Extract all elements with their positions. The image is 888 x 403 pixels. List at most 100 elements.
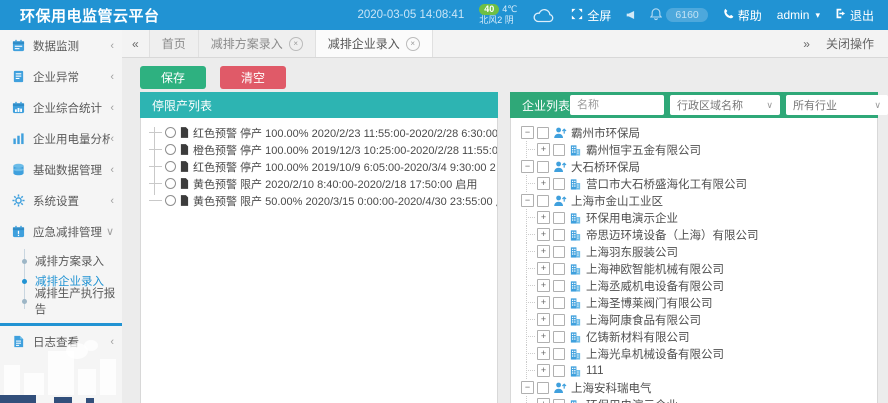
sidebar-item-label: 应急减排管理 [33,224,106,240]
sidebar-item-0[interactable]: 数据监测‹ [0,30,122,61]
expand-toggle[interactable]: + [537,296,550,309]
checkbox[interactable] [553,212,565,224]
checkbox[interactable] [553,263,565,275]
tab-close-icon[interactable]: × [406,37,420,51]
radio-button[interactable] [165,161,176,172]
expand-toggle[interactable]: − [521,160,534,173]
tabs-collapse-right-icon[interactable]: » [803,37,810,51]
expand-toggle[interactable]: + [537,313,550,326]
tree-node-org[interactable]: −霸州市环保局 [511,124,877,141]
checkbox[interactable] [537,127,549,139]
expand-toggle[interactable]: + [537,177,550,190]
sidebar-item-6[interactable]: 应急减排管理∨ [0,216,122,247]
restriction-tree-row[interactable]: 黄色预警 限产 50.00% 2020/3/15 0:00:00-2020/4/… [141,192,497,209]
tab-close-icon[interactable]: × [289,37,303,51]
sidebar-item-2[interactable]: 企业综合统计‹ [0,92,122,123]
clear-button[interactable]: 清空 [220,66,286,89]
checkbox[interactable] [553,365,565,377]
aqi-badge: 40 [479,4,499,15]
expand-toggle[interactable]: + [537,143,550,156]
company-icon [569,245,582,259]
checkbox[interactable] [553,178,565,190]
tree-node-company[interactable]: +环保用电演示企业 [511,209,877,226]
tree-node-company[interactable]: +上海光阜机械设备有限公司 [511,345,877,362]
sidebar-item-3[interactable]: 企业用电量分析‹ [0,123,122,154]
fullscreen-button[interactable]: 全屏 [571,7,611,24]
tree-node-company[interactable]: +上海羽东服装公司 [511,243,877,260]
region-select[interactable]: 行政区域名称 ∨ [670,95,780,115]
radio-button[interactable] [165,195,176,206]
tree-node-company[interactable]: +亿铸新材料有限公司 [511,328,877,345]
tree-node-company[interactable]: +环保用电演示企业 [511,396,877,403]
checkbox[interactable] [553,348,565,360]
sidebar-item-5[interactable]: 系统设置‹ [0,185,122,216]
checkbox[interactable] [537,161,549,173]
expand-toggle[interactable]: + [537,347,550,360]
tree-node-company[interactable]: +上海阿康食品有限公司 [511,311,877,328]
tree-node-company[interactable]: +111 [511,362,877,379]
checkbox[interactable] [553,399,565,403]
tab-label: 减排企业录入 [328,35,400,52]
company-icon [569,211,582,225]
expand-toggle[interactable]: + [537,211,550,224]
tree-node-label: 帝思迈环境设备（上海）有限公司 [586,227,759,243]
tree-node-company[interactable]: +霸州恒宇五金有限公司 [511,141,877,158]
radio-button[interactable] [165,178,176,189]
sidebar-item-1[interactable]: 企业异常‹ [0,61,122,92]
checkbox[interactable] [553,331,565,343]
sidebar-subitem-0[interactable]: 减排方案录入 [0,251,122,271]
tree-node-company[interactable]: + 帝思迈环境设备（上海）有限公司 [511,226,877,243]
sidebar-item-4[interactable]: 基础数据管理‹ [0,154,122,185]
tree-node-company[interactable]: +上海神欧智能机械有限公司 [511,260,877,277]
tab-1[interactable]: 减排方案录入× [199,30,316,57]
checkbox[interactable] [537,195,549,207]
checkbox[interactable] [537,382,549,394]
expand-toggle[interactable]: + [537,279,550,292]
checkbox[interactable] [553,246,565,258]
tree-node-company[interactable]: +上海圣博莱阀门有限公司 [511,294,877,311]
name-filter-input[interactable] [570,95,664,115]
tree-node-org[interactable]: −上海市金山工业区 [511,192,877,209]
tab-2[interactable]: 减排企业录入 × [316,30,433,57]
logout-button[interactable]: 退出 [835,7,874,24]
restriction-tree-row[interactable]: 橙色预警 停产 100.00% 2019/12/3 10:25:00-2020/… [141,141,497,158]
tabs-collapse-left-icon[interactable]: « [122,30,149,57]
help-button[interactable]: 帮助 [723,7,762,24]
restriction-tree-row[interactable]: 红色预警 停产 100.00% 2019/10/9 6:05:00-2020/3… [141,158,497,175]
user-menu[interactable]: admin ▾ [777,8,820,22]
checkbox[interactable] [553,297,565,309]
expand-toggle[interactable]: + [537,364,550,377]
notifications-button[interactable]: 6160 [650,7,707,24]
checkbox[interactable] [553,314,565,326]
expand-toggle[interactable]: − [521,194,534,207]
checkbox[interactable] [553,280,565,292]
expand-toggle[interactable]: + [537,330,550,343]
restriction-tree-row[interactable]: 红色预警 停产 100.00% 2020/2/23 11:55:00-2020/… [141,124,497,141]
tabbar-spacer [433,30,804,57]
tree-node-company[interactable]: +上海丞威机电设备有限公司 [511,277,877,294]
expand-toggle[interactable]: + [537,245,550,258]
save-button[interactable]: 保存 [140,66,206,89]
industry-select[interactable]: 所有行业 ∨ [786,95,888,115]
checkbox[interactable] [553,229,565,241]
chevron-left-icon: ‹ [110,164,114,176]
company-icon [569,347,582,361]
sidebar-item-7[interactable]: 日志查看‹ [0,326,122,357]
mute-speaker-icon[interactable] [626,10,635,20]
expand-toggle[interactable]: − [521,126,534,139]
expand-toggle[interactable]: − [521,381,534,394]
radio-button[interactable] [165,127,176,138]
close-operations-button[interactable]: 关闭操作 [826,35,874,52]
expand-toggle[interactable]: + [537,398,550,403]
tree-node-company[interactable]: +营口市大石桥盛海化工有限公司 [511,175,877,192]
expand-toggle[interactable]: + [537,262,550,275]
tab-0[interactable]: 首页 [149,30,199,57]
restriction-tree-row[interactable]: 黄色预警 限产 2020/2/10 8:40:00-2020/2/18 17:5… [141,175,497,192]
tree-node-org[interactable]: −上海安科瑞电气 [511,379,877,396]
tree-node-org[interactable]: −大石桥环保局 [511,158,877,175]
checkbox[interactable] [553,144,565,156]
sidebar-item-label: 企业异常 [33,69,110,85]
radio-button[interactable] [165,144,176,155]
sidebar-subitem-2[interactable]: 减排生产执行报告 [0,291,122,311]
expand-toggle[interactable]: + [537,228,550,241]
